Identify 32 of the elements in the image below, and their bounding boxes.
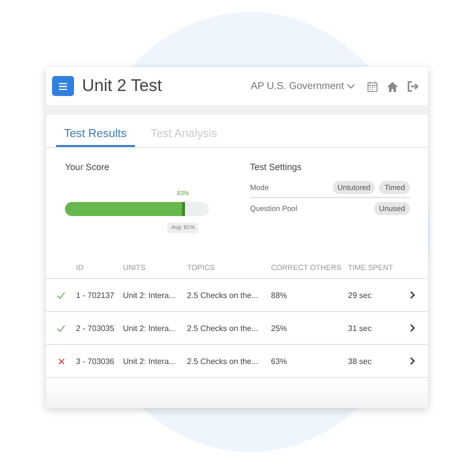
- chevron-down-icon: [347, 84, 355, 88]
- table-cell-text: 2.5 Checks on the...: [187, 356, 260, 366]
- score-heading: Your Score: [65, 162, 110, 172]
- open-row-button[interactable]: [410, 291, 415, 299]
- course-dropdown[interactable]: AP U.S. Government: [250, 80, 355, 92]
- table-cell-text: 3 - 703036: [76, 356, 116, 366]
- table-cell-text: 38 sec: [348, 356, 373, 366]
- settings-heading: Test Settings: [250, 162, 302, 172]
- table-cell-text: 2.5 Checks on the...: [187, 324, 260, 332]
- sign-out-icon[interactable]: [407, 80, 420, 92]
- menu-icon: [59, 82, 67, 90]
- table-cell-text: 63%: [271, 356, 288, 366]
- table-cell-text: Unit 2: Intera...: [123, 324, 176, 332]
- table-cell-text: 25%: [271, 324, 288, 332]
- table-cell-text: 88%: [271, 290, 288, 300]
- chevron-right-icon: [410, 291, 415, 299]
- page-title: Unit 2 Test: [82, 76, 164, 96]
- table-cell-text: 1 - 702137: [76, 290, 116, 300]
- home-icon[interactable]: [386, 80, 399, 92]
- calendar-icon[interactable]: [367, 80, 378, 92]
- menu-button[interactable]: [52, 76, 74, 96]
- table-cell-text: 2 - 703035: [76, 324, 116, 332]
- open-row-button[interactable]: [410, 324, 415, 332]
- chevron-right-icon: [410, 324, 415, 332]
- tab[interactable]: Test Results: [56, 127, 135, 147]
- table-cell-text: 2.5 Checks on the...: [187, 290, 260, 300]
- open-row-button[interactable]: [410, 357, 415, 365]
- table-cell-text: Unit 2: Intera...: [123, 356, 176, 366]
- table-cell-text: 31 sec: [348, 324, 373, 332]
- chevron-right-icon: [410, 357, 415, 365]
- table-cell-text: Unit 2: Intera...: [123, 290, 176, 300]
- table-cell-text: 29 sec: [348, 290, 373, 300]
